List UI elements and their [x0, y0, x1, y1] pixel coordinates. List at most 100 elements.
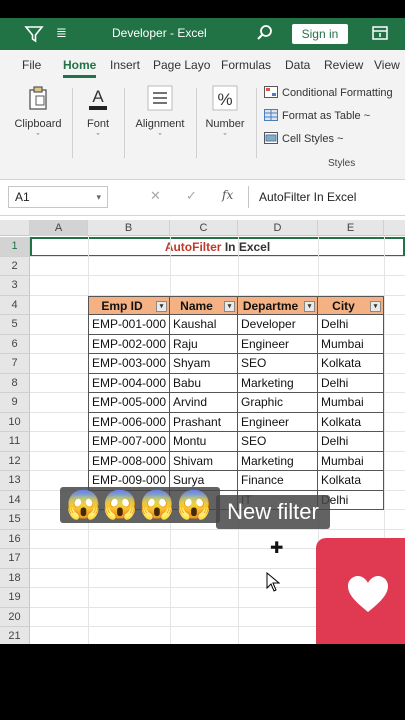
- search-icon[interactable]: [256, 24, 274, 42]
- table-cell[interactable]: Marketing: [238, 451, 318, 471]
- filter-dropdown-icon[interactable]: ▾: [370, 300, 381, 312]
- row-header-12[interactable]: 12: [0, 451, 30, 471]
- table-header-cell[interactable]: Emp ID ▾: [88, 295, 170, 315]
- row-header-4[interactable]: 4: [0, 295, 30, 315]
- table-cell[interactable]: Babu: [170, 373, 238, 393]
- like-button[interactable]: [316, 538, 405, 656]
- cell-b1-title[interactable]: AutoFilter In Excel: [30, 237, 405, 257]
- cancel-icon[interactable]: ✕: [150, 188, 161, 204]
- row-header-10[interactable]: 10: [0, 412, 30, 432]
- row-header-14[interactable]: 14: [0, 490, 30, 510]
- column-header-a[interactable]: A: [30, 220, 88, 236]
- table-cell[interactable]: Raju: [170, 334, 238, 354]
- ribbon-display-options-icon[interactable]: [372, 26, 388, 40]
- tab-page-layout[interactable]: Page Layo: [153, 58, 210, 72]
- quick-access-icon[interactable]: ≣: [56, 25, 67, 41]
- row-header-13[interactable]: 13: [0, 471, 30, 491]
- table-cell[interactable]: Kolkata: [318, 471, 384, 491]
- row-header-19[interactable]: 19: [0, 588, 30, 608]
- row-header-18[interactable]: 18: [0, 568, 30, 588]
- row-header-3[interactable]: 3: [0, 276, 30, 296]
- table-cell[interactable]: Engineer: [238, 412, 318, 432]
- table-cell[interactable]: Prashant: [170, 412, 238, 432]
- table-cell[interactable]: EMP-001-000: [88, 315, 170, 335]
- chevron-down-icon[interactable]: ▾: [96, 187, 101, 207]
- alignment-group[interactable]: Alignment ˇ: [128, 84, 192, 142]
- filter-funnel-icon[interactable]: [24, 24, 44, 44]
- tab-data[interactable]: Data: [285, 58, 310, 72]
- formula-input[interactable]: AutoFilter In Excel: [248, 186, 405, 208]
- table-cell[interactable]: EMP-008-000: [88, 451, 170, 471]
- table-header-cell[interactable]: Departme ▾: [238, 295, 318, 315]
- table-cell[interactable]: Finance: [238, 471, 318, 491]
- tab-home[interactable]: Home: [63, 58, 97, 78]
- filter-dropdown-icon[interactable]: ▾: [224, 300, 235, 312]
- row-header-21[interactable]: 21: [0, 627, 30, 644]
- table-header-cell[interactable]: Name ▾: [170, 295, 238, 315]
- sign-in-button[interactable]: Sign in: [292, 24, 348, 44]
- row-header-9[interactable]: 9: [0, 393, 30, 413]
- table-cell[interactable]: Kaushal: [170, 315, 238, 335]
- tab-view[interactable]: View: [374, 58, 400, 72]
- table-cell[interactable]: Shyam: [170, 354, 238, 374]
- column-header-e[interactable]: E: [318, 220, 384, 236]
- row-header-11[interactable]: 11: [0, 432, 30, 452]
- ribbon-separator: [124, 88, 125, 158]
- name-box[interactable]: A1 ▾: [8, 186, 108, 208]
- table-cell[interactable]: Delhi: [318, 315, 384, 335]
- select-all-corner[interactable]: [0, 220, 30, 236]
- ribbon-tabs: File Home Insert Page Layo Formulas Data…: [0, 50, 405, 80]
- font-group[interactable]: A Font ˇ: [78, 84, 118, 142]
- table-cell[interactable]: Marketing: [238, 373, 318, 393]
- table-cell[interactable]: Kolkata: [318, 412, 384, 432]
- table-cell[interactable]: Graphic: [238, 393, 318, 413]
- table-cell[interactable]: Kolkata: [318, 354, 384, 374]
- table-cell[interactable]: EMP-003-000: [88, 354, 170, 374]
- filter-dropdown-icon[interactable]: ▾: [156, 300, 167, 312]
- format-as-table-button[interactable]: Format as Table ~: [264, 109, 370, 122]
- table-header-cell[interactable]: City ▾: [318, 295, 384, 315]
- row-header-16[interactable]: 16: [0, 529, 30, 549]
- table-cell[interactable]: Arvind: [170, 393, 238, 413]
- table-cell[interactable]: EMP-007-000: [88, 432, 170, 452]
- table-cell[interactable]: Delhi: [318, 373, 384, 393]
- tab-review[interactable]: Review: [324, 58, 363, 72]
- table-cell[interactable]: Developer: [238, 315, 318, 335]
- table-cell[interactable]: SEO: [238, 432, 318, 452]
- table-cell[interactable]: EMP-005-000: [88, 393, 170, 413]
- filter-dropdown-icon[interactable]: ▾: [304, 300, 315, 312]
- table-cell[interactable]: EMP-004-000: [88, 373, 170, 393]
- table-cell[interactable]: Shivam: [170, 451, 238, 471]
- tab-insert[interactable]: Insert: [110, 58, 140, 72]
- table-cell[interactable]: EMP-002-000: [88, 334, 170, 354]
- cell-styles-button[interactable]: Cell Styles ~: [264, 132, 343, 145]
- conditional-formatting-button[interactable]: Conditional Formatting: [264, 86, 393, 99]
- insert-function-icon[interactable]: fx: [222, 188, 233, 202]
- table-cell[interactable]: SEO: [238, 354, 318, 374]
- row-header-15[interactable]: 15: [0, 510, 30, 530]
- row-header-2[interactable]: 2: [0, 256, 30, 276]
- table-cell[interactable]: EMP-006-000: [88, 412, 170, 432]
- column-header-b[interactable]: B: [88, 220, 170, 236]
- table-cell[interactable]: Mumbai: [318, 393, 384, 413]
- tab-formulas[interactable]: Formulas: [221, 58, 271, 72]
- number-group[interactable]: % Number ˇ: [200, 84, 250, 142]
- row-header-7[interactable]: 7: [0, 354, 30, 374]
- table-cell[interactable]: Engineer: [238, 334, 318, 354]
- tab-file[interactable]: File: [22, 58, 41, 72]
- table-cell[interactable]: Delhi: [318, 432, 384, 452]
- row-header-6[interactable]: 6: [0, 334, 30, 354]
- table-cell[interactable]: Mumbai: [318, 451, 384, 471]
- row-header-5[interactable]: 5: [0, 315, 30, 335]
- column-header-d[interactable]: D: [238, 220, 318, 236]
- clipboard-group[interactable]: Clipboard ˇ: [10, 84, 66, 142]
- row-header-17[interactable]: 17: [0, 549, 30, 569]
- row-header-1[interactable]: 1: [0, 237, 30, 257]
- column-header-c[interactable]: C: [170, 220, 238, 236]
- table-cell[interactable]: Mumbai: [318, 334, 384, 354]
- enter-icon[interactable]: ✓: [186, 188, 197, 204]
- row-header-8[interactable]: 8: [0, 373, 30, 393]
- cell-styles-label: Cell Styles ~: [282, 133, 344, 145]
- table-cell[interactable]: Montu: [170, 432, 238, 452]
- row-header-20[interactable]: 20: [0, 607, 30, 627]
